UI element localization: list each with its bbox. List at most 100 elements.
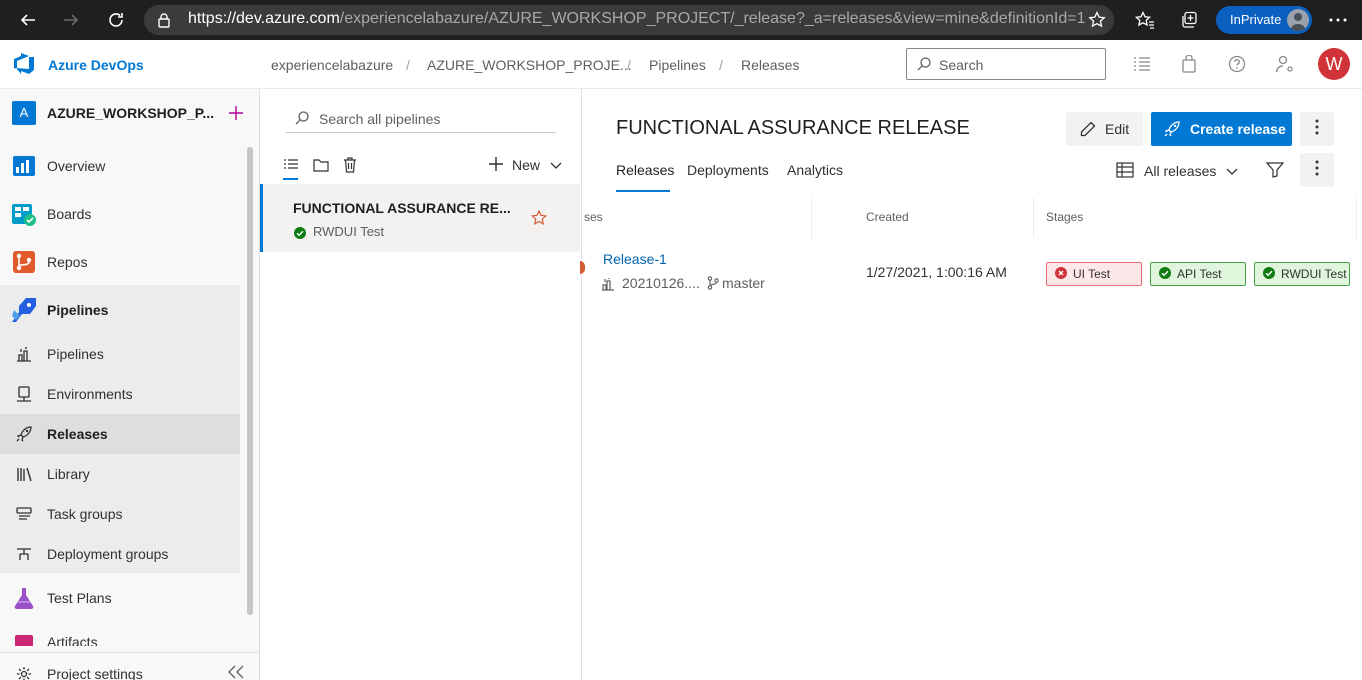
search-input[interactable]: Search [906,48,1106,80]
search-pipelines-input[interactable]: Search all pipelines [286,103,556,133]
more-vertical-icon [1315,119,1319,140]
chevron-down-icon [550,157,562,173]
search-icon [294,110,310,129]
url-text: https://dev.azure.com/experiencelabazure… [188,10,1086,27]
sidebar-item-label: Test Plans [47,590,112,606]
view-filter-dropdown[interactable]: All releases [1116,160,1238,182]
filter-icon[interactable] [1265,162,1285,181]
release-definition-item[interactable]: FUNCTIONAL ASSURANCE RE... RWDUI Test [260,184,580,252]
sidebar-item-label: Task groups [47,506,123,522]
release-build-number: 20210126.... [622,275,700,291]
table-view-icon [1116,161,1134,181]
breadcrumb-pipelines[interactable]: Pipelines [649,57,706,73]
more-actions-button[interactable] [1300,112,1334,146]
marketplace-bag-icon[interactable] [1178,53,1200,75]
project-avatar[interactable]: A [12,101,36,125]
sidebar-item-artifacts[interactable]: Artifacts [0,626,240,646]
sidebar-item-library[interactable]: Library [0,454,240,494]
page-title: FUNCTIONAL ASSURANCE RELEASE [616,117,970,139]
more-vertical-icon [1315,160,1319,181]
project-name[interactable]: AZURE_WORKSHOP_P... [47,105,214,121]
brand-name[interactable]: Azure DevOps [48,57,144,73]
stage-name: UI Test [1073,267,1111,281]
definition-title: FUNCTIONAL ASSURANCE RE... [293,200,511,216]
stage-api-test[interactable]: API Test [1150,262,1246,286]
breadcrumb-releases[interactable]: Releases [741,57,799,73]
tab-releases[interactable]: Releases [616,162,674,178]
view-more-actions-button[interactable] [1300,153,1334,187]
tab-deployments[interactable]: Deployments [687,162,769,178]
plus-icon [488,156,504,175]
sidebar-item-label: Pipelines [47,346,104,362]
sidebar-item-task-groups[interactable]: Task groups [0,494,240,534]
tab-analytics[interactable]: Analytics [787,162,843,178]
folder-view-icon[interactable] [311,155,331,175]
artifacts-icon [12,632,36,646]
gear-icon [12,662,36,680]
breadcrumb-separator: / [406,57,410,73]
release-created-date: 1/27/2021, 1:00:16 AM [866,264,1007,280]
deployment-groups-icon [12,542,36,566]
sidebar-item-pipelines-sub[interactable]: Pipelines [0,334,240,374]
new-pipeline-button[interactable]: New [488,153,562,177]
breadcrumb-separator: / [627,57,631,73]
back-icon[interactable] [14,6,42,34]
list-view-icon[interactable] [281,155,301,175]
azure-devops-logo-icon[interactable] [12,53,36,78]
new-button-label: New [512,157,541,173]
sidebar-scrollbar[interactable] [247,147,253,615]
add-favorite-icon[interactable] [1083,6,1111,34]
success-check-icon [1263,266,1275,282]
project-settings-button[interactable]: Project settings [0,654,240,680]
sidebar-item-releases[interactable]: Releases [0,414,240,454]
search-placeholder: Search all pipelines [319,111,441,127]
stage-rwdui-test[interactable]: RWDUI Test [1254,262,1350,286]
sidebar-item-label: Deployment groups [47,546,169,562]
release-name-link[interactable]: Release-1 [603,251,667,267]
sidebar-item-environments[interactable]: Environments [0,374,240,414]
create-release-label: Create release [1190,121,1286,137]
build-artifact-icon [601,277,615,294]
releases-icon [12,422,36,446]
test-plans-icon [12,586,36,610]
collapse-nav-icon[interactable] [227,665,245,680]
forward-icon[interactable] [57,6,85,34]
lock-icon[interactable] [150,6,178,34]
pipeline-sub-icon [12,342,36,366]
sidebar-item-pipelines[interactable]: Pipelines [0,290,240,330]
breadcrumb-project[interactable]: AZURE_WORKSHOP_PROJE... [427,57,632,73]
column-header-releases[interactable]: ses [584,210,603,224]
favorites-icon[interactable] [1131,6,1159,34]
stage-ui-test[interactable]: UI Test [1046,262,1142,286]
collections-icon[interactable] [1175,6,1203,34]
column-header-created[interactable]: Created [866,210,909,224]
favorite-star-icon[interactable] [530,209,548,229]
column-divider [811,198,812,238]
create-release-button[interactable]: Create release [1151,112,1292,146]
edit-button-label: Edit [1105,121,1130,137]
user-avatar[interactable]: W [1318,48,1350,80]
profile-avatar-icon [1287,9,1309,31]
help-icon[interactable] [1226,53,1248,75]
sidebar-item-repos[interactable]: Repos [0,242,240,282]
refresh-icon[interactable] [102,6,130,34]
sidebar-item-boards[interactable]: Boards [0,194,240,234]
sidebar-item-test-plans[interactable]: Test Plans [0,578,240,618]
browser-menu-icon[interactable] [1324,6,1352,34]
sidebar-item-label: Library [47,466,90,482]
user-settings-icon[interactable] [1274,53,1296,75]
sidebar-item-deployment-groups[interactable]: Deployment groups [0,534,240,574]
edit-button[interactable]: Edit [1066,112,1143,146]
inprivate-label: InPrivate [1230,12,1282,27]
breadcrumb-organization[interactable]: experiencelabazure [271,57,393,73]
work-items-list-icon[interactable] [1131,53,1153,75]
success-check-icon [294,226,306,242]
stage-name: RWDUI Test [1281,267,1347,281]
sidebar-item-overview[interactable]: Overview [0,146,240,186]
inprivate-badge[interactable]: InPrivate [1216,6,1312,34]
repos-icon [12,250,36,274]
release-branch: master [722,275,765,291]
column-header-stages[interactable]: Stages [1046,210,1083,224]
add-icon[interactable] [224,101,248,125]
deleted-view-icon[interactable] [340,155,360,175]
